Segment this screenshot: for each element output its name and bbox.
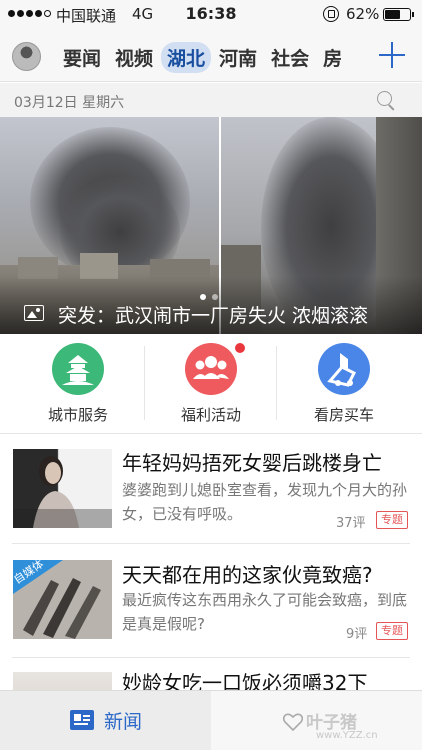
service-welfare[interactable]: 福利活动	[141, 334, 281, 434]
service-city[interactable]: 城市服务	[8, 334, 148, 434]
channel-tabs: 要闻 视频 湖北 河南 社会 房	[57, 42, 350, 73]
rotation-lock-icon	[323, 6, 339, 22]
hero-carousel[interactable]: 突发：武汉闹市一厂房失火 浓烟滚滚	[0, 117, 422, 334]
topic-tag: 专题	[376, 622, 408, 640]
service-welfare-label: 福利活动	[180, 406, 241, 424]
news-item[interactable]: 妙龄女吃一口饭必须嚼32下	[0, 658, 422, 690]
comment-count: 9评	[346, 627, 368, 642]
current-date: 03月12日 星期六	[14, 95, 125, 111]
service-shortcuts: 城市服务 福利活动 看房买车	[0, 334, 422, 434]
battery-icon	[383, 8, 414, 21]
city-pavilion-icon	[52, 343, 104, 395]
search-icon[interactable]	[377, 91, 395, 109]
channel-bar: 要闻 视频 湖北 河南 社会 房	[0, 30, 422, 82]
news-thumbnail: 自媒体	[13, 560, 112, 639]
status-bar: 中国联通 4G 16:38 62%	[0, 0, 422, 30]
newspaper-icon	[70, 710, 94, 730]
notification-badge	[235, 343, 245, 353]
news-title: 天天都在用的这家伙竟致癌?	[122, 563, 373, 587]
news-thumbnail	[13, 449, 112, 528]
news-item[interactable]: 年轻妈妈捂死女婴后跳楼身亡 婆婆跑到儿媳卧室查看，发现九个月大的孙女，已没有呼吸…	[0, 434, 422, 544]
hero-caption: 突发：武汉闹市一厂房失火 浓烟滚滚	[58, 305, 369, 327]
watermark-url: www.YZZ.cn	[316, 730, 378, 741]
avatar[interactable]	[12, 42, 41, 71]
tab-society[interactable]: 社会	[265, 42, 315, 73]
carousel-indicator	[200, 294, 218, 300]
service-house-car[interactable]: 看房买车	[274, 334, 414, 434]
service-house-car-label: 看房买车	[313, 406, 374, 424]
battery-percent: 62%	[346, 5, 380, 23]
date-bar: 03月12日 星期六	[0, 83, 422, 117]
comment-count: 37评	[336, 516, 366, 531]
tab-hubei[interactable]: 湖北	[161, 42, 212, 73]
nav-news[interactable]: 新闻	[0, 691, 211, 750]
news-thumbnail	[13, 672, 112, 690]
tab-house[interactable]: 房	[317, 42, 348, 73]
news-title: 妙龄女吃一口饭必须嚼32下	[122, 671, 368, 690]
house-car-icon	[318, 343, 370, 395]
tab-henan[interactable]: 河南	[213, 42, 263, 73]
news-summary: 婆婆跑到儿媳卧室查看，发现九个月大的孙女，已没有呼吸。	[122, 481, 408, 523]
heart-icon[interactable]	[283, 713, 303, 731]
service-city-label: 城市服务	[47, 406, 108, 424]
photo-icon	[24, 305, 44, 321]
news-item[interactable]: 自媒体 天天都在用的这家伙竟致癌? 最近疯传这东西用永久了可能会致癌，到底是真是…	[0, 544, 422, 658]
topic-tag: 专题	[376, 511, 408, 529]
tab-video[interactable]: 视频	[109, 42, 159, 73]
news-title: 年轻妈妈捂死女婴后跳楼身亡	[122, 451, 382, 475]
nav-news-label: 新闻	[104, 711, 143, 733]
bottom-nav: 新闻 叶子猪 www.YZZ.cn	[0, 690, 422, 750]
tab-yaowen[interactable]: 要闻	[57, 42, 107, 73]
add-channel-button[interactable]	[379, 42, 405, 68]
people-group-icon	[185, 343, 237, 395]
